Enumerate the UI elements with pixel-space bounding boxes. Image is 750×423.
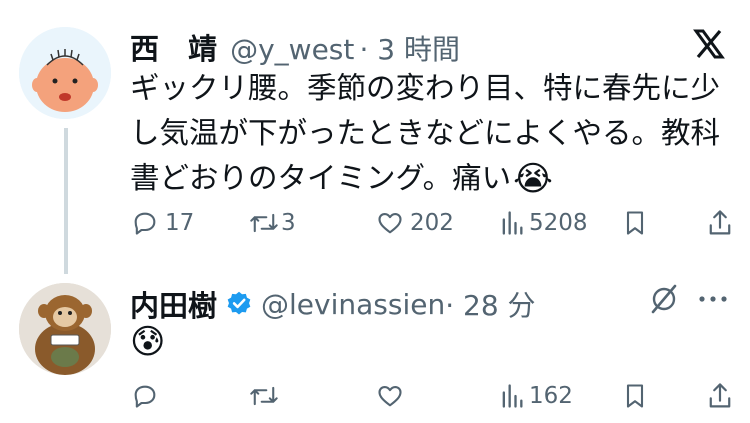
like-count: 202 — [410, 210, 454, 236]
avatar-drawing — [19, 27, 111, 119]
thread-connector-line — [64, 128, 68, 274]
avatar-y-west[interactable] — [19, 27, 111, 119]
share-icon — [709, 210, 731, 235]
display-name[interactable]: 内田樹 — [130, 283, 217, 325]
avatar-photo — [19, 283, 111, 375]
reply-icon — [134, 212, 156, 235]
like-icon — [378, 212, 402, 234]
share-button[interactable] — [707, 208, 733, 238]
reply-count: 17 — [165, 210, 195, 236]
verified-badge-icon — [225, 290, 253, 318]
retweet-button[interactable] — [249, 382, 285, 410]
x-logo-icon[interactable] — [693, 29, 725, 63]
bookmark-icon — [626, 384, 644, 408]
views-icon — [502, 211, 523, 235]
retweet-icon — [250, 386, 278, 406]
views-icon — [502, 384, 523, 408]
timestamp[interactable]: · 3 時間 — [359, 33, 460, 66]
reply-icon — [134, 385, 156, 408]
retweet-button[interactable]: 3 — [249, 209, 296, 237]
tweet-1-text: ギックリ腰。季節の変わり目、特に春先に少 し気温が下がったときなどによくやる。教… — [130, 66, 730, 201]
handle[interactable]: @y_west — [230, 33, 354, 66]
tweet-1-line-2: し気温が下がったときなどによくやる。教科 — [130, 116, 721, 150]
bookmark-icon — [626, 211, 644, 235]
like-icon — [378, 385, 402, 407]
views-button[interactable]: 162 — [499, 382, 573, 410]
tweet-2-header: 内田樹 @levinassien · 28 分 — [130, 283, 536, 325]
views-button[interactable]: 5208 — [499, 209, 588, 237]
reply-button[interactable]: 17 — [131, 209, 194, 237]
more-icon[interactable] — [697, 291, 729, 311]
avatar-levinassien[interactable] — [19, 283, 111, 375]
like-button[interactable]: 202 — [376, 209, 454, 237]
tweet-1-header: 西 靖 @y_west · 3 時間 — [130, 26, 460, 68]
view-count: 5208 — [529, 210, 588, 236]
bookmark-button[interactable] — [623, 209, 647, 237]
bookmark-button[interactable] — [623, 382, 647, 410]
tweet-1-line-1: ギックリ腰。季節の変わり目、特に春先に少 — [130, 71, 721, 105]
timestamp[interactable]: · 28 分 — [445, 284, 535, 324]
share-button[interactable] — [707, 381, 733, 411]
retweet-icon — [250, 213, 278, 233]
reply-button[interactable] — [131, 382, 165, 410]
view-count: 162 — [529, 383, 573, 409]
crying-emoji: 😭 — [513, 158, 553, 199]
handle[interactable]: @levinassien — [261, 288, 445, 321]
display-name[interactable]: 西 靖 — [130, 32, 217, 66]
tweet-1-line-3: 書どおりのタイミング。痛い — [130, 161, 512, 195]
retweet-count: 3 — [281, 210, 296, 236]
grok-icon[interactable] — [648, 284, 680, 318]
like-button[interactable] — [376, 382, 410, 410]
share-icon — [709, 383, 731, 408]
fearful-emoji: 😰 — [130, 322, 166, 362]
